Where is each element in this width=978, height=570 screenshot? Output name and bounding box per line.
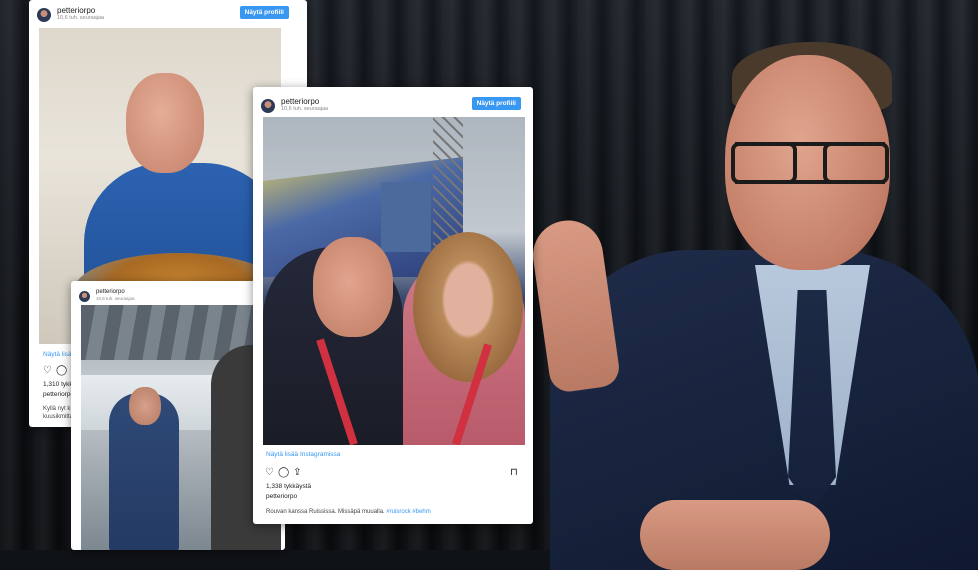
heart-icon[interactable]: ♡: [43, 365, 56, 376]
post-header: petteriorpo 10,6 tuh. seuraajaa Näytä pr…: [37, 6, 299, 28]
caption-username[interactable]: petteriorpo: [266, 493, 297, 500]
post-header: petteriorpo 10,6 tuh. seuraajaa Näytä pr…: [261, 97, 525, 119]
politician-photo: [528, 20, 978, 570]
view-profile-button[interactable]: Näytä profiili: [239, 6, 289, 19]
avatar[interactable]: [37, 8, 51, 22]
comment-icon[interactable]: ◯: [56, 365, 71, 376]
share-icon[interactable]: ⇪: [293, 467, 305, 478]
avatar[interactable]: [261, 99, 275, 113]
caption: Rouvan kanssa Ruississa. Missäpä muualla…: [266, 509, 431, 515]
post-photo[interactable]: [81, 305, 281, 550]
instagram-post-ruisrock: petteriorpo 10,6 tuh. seuraajaa Näytä pr…: [253, 87, 533, 524]
caption-line-2: kuusikmitta: [43, 414, 74, 420]
post-photo[interactable]: [263, 117, 525, 445]
view-more-on-instagram-link[interactable]: Näytä lisää Instagramissa: [266, 451, 340, 458]
username[interactable]: petteriorpo: [96, 289, 125, 295]
like-count: 1,338 tykkäystä: [266, 483, 312, 490]
caption-line-1: Kyllä nyt k: [43, 406, 71, 412]
hashtags[interactable]: #ruisrock #behm: [386, 509, 430, 515]
heart-icon[interactable]: ♡: [265, 467, 278, 478]
bookmark-icon[interactable]: ⊓: [510, 467, 522, 478]
comment-icon[interactable]: ◯: [278, 467, 293, 478]
avatar[interactable]: [79, 291, 90, 302]
username[interactable]: petteriorpo: [281, 97, 319, 106]
follower-count: 10,6 tuh. seuraajaa: [96, 296, 135, 301]
follower-count: 10,6 tuh. seuraajaa: [281, 106, 329, 112]
caption-username[interactable]: petteriorpo: [43, 391, 74, 398]
action-icons: ♡◯: [43, 365, 71, 376]
view-profile-button[interactable]: Näytä profiili: [471, 97, 521, 110]
username[interactable]: petteriorpo: [57, 6, 95, 15]
caption-text: Rouvan kanssa Ruississa. Missäpä muualla…: [266, 509, 387, 515]
action-icons: ♡◯⇪: [265, 467, 306, 478]
follower-count: 10,6 tuh. seuraajaa: [57, 15, 105, 21]
